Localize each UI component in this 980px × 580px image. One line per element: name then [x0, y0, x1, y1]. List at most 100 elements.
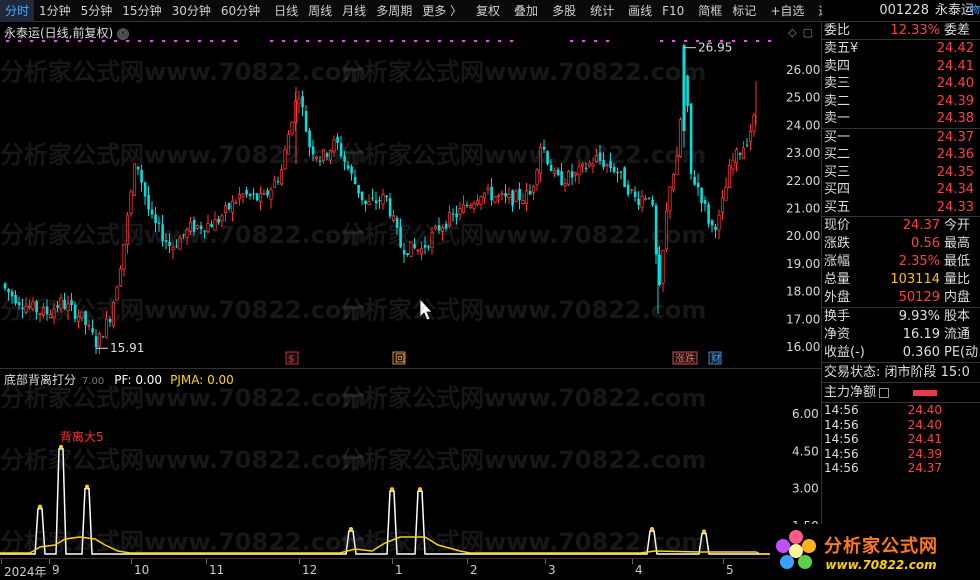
mouse-cursor-icon — [419, 297, 433, 321]
toolbar-item-19[interactable]: +自选 — [765, 0, 809, 22]
candle-body — [140, 169, 143, 183]
buy-level-row[interactable]: 买三 24.35 — [822, 164, 980, 182]
candle-body — [304, 111, 308, 132]
high-marker: 26.95 — [684, 41, 732, 55]
candle-body — [276, 181, 280, 183]
event-marker[interactable]: $ — [285, 351, 299, 365]
sell-level-row[interactable]: 卖五¥ 24.42 — [822, 40, 980, 58]
order-book: 卖五¥ 24.42 卖四 24.41 卖三 24.40 卖二 24.39 卖一 24.38 买一 2… — [822, 40, 980, 217]
candle-body — [549, 164, 553, 172]
toolbar-item-8[interactable]: 月线 — [337, 0, 371, 22]
signal-dot — [54, 40, 57, 42]
toolbar-item-15[interactable]: 画线 — [623, 0, 657, 22]
table-icon[interactable] — [879, 387, 890, 398]
candle-body — [745, 144, 749, 146]
toolbar-item-16[interactable]: F10 — [657, 0, 689, 22]
sell-level-row[interactable]: 卖三 24.40 — [822, 75, 980, 93]
candle-body — [97, 333, 102, 347]
candle-body — [668, 186, 672, 212]
indicator-plot[interactable]: 6.004.503.001.50背离大5 — [0, 369, 822, 559]
indicator-chart[interactable]: 6.004.503.001.50背离大5 底部背离打分7.00PF: 0.00P… — [0, 368, 822, 558]
weicha-label: 委差 — [944, 23, 971, 38]
candle-body — [118, 268, 123, 287]
signal-dot — [390, 40, 393, 42]
sell-level-name: 卖三 — [824, 76, 851, 91]
toolbar-item-14[interactable]: 统计 — [585, 0, 619, 22]
candle-body — [234, 201, 238, 204]
candlestick-chart[interactable]: 永泰运(日线,前复权) ⓥ ◇ ▢ 26.00 25.00 24.00 23.00 22.… — [0, 22, 822, 367]
toolbar-item-0[interactable]: 分时 — [0, 0, 35, 22]
candle-body — [108, 319, 112, 323]
event-marker[interactable]: 涨跌 — [672, 351, 698, 365]
quote-row: 总量 103114 量比 — [822, 271, 980, 289]
toolbar-item-1[interactable]: 1分钟 — [34, 0, 76, 22]
price-axis-label: 21.00 — [786, 202, 820, 216]
candle-body — [343, 155, 346, 162]
candle-body — [7, 289, 10, 293]
signal-dot — [294, 40, 297, 42]
candle-body — [461, 204, 466, 213]
candle-body — [346, 165, 350, 169]
candle-body — [727, 164, 732, 188]
industry-tag[interactable]: 物 — [970, 0, 980, 22]
quote-value: 24.37 — [902, 218, 940, 233]
candle-body — [682, 45, 686, 131]
candle-body — [3, 283, 7, 289]
sell-level-row[interactable]: 卖四 24.41 — [822, 58, 980, 76]
candle-body — [31, 301, 35, 310]
candle-body — [570, 171, 574, 178]
date-axis-label: 9 — [52, 563, 60, 577]
toolbar-item-12[interactable]: 叠加 — [509, 0, 543, 22]
candle-body — [45, 306, 49, 315]
candle-body — [301, 96, 304, 108]
stat-row: 净资 16.19 流通 — [822, 326, 980, 344]
candle-body — [59, 297, 63, 309]
toolbar-item-9[interactable]: 多周期 — [371, 0, 417, 22]
buy-level-label: 买三 — [824, 164, 851, 180]
buy-level-price: 24.34 — [936, 182, 974, 197]
buy-level-row[interactable]: 买二 24.36 — [822, 146, 980, 164]
toolbar-item-2[interactable]: 5分钟 — [76, 0, 118, 22]
toolbar-item-18[interactable]: 标记 — [727, 0, 761, 22]
candle-body — [269, 189, 273, 200]
signal-dot — [594, 40, 597, 42]
candle-body — [350, 166, 353, 174]
candle-body — [447, 212, 452, 227]
share-stats: 换手 9.93% 股本 净资 16.19 流通 收益(-) 0.360 PE(动 — [822, 308, 980, 363]
candle-body — [752, 114, 756, 132]
candle-body — [664, 210, 669, 250]
candle-body — [10, 291, 14, 297]
toolbar-item-17[interactable]: 简框 — [693, 0, 727, 22]
buy-level-row[interactable]: 买五 24.33 — [822, 199, 980, 217]
candle-body — [395, 217, 399, 228]
candlestick-plot[interactable]: 26.00 25.00 24.00 23.00 22.00 21.00 20.00 19.00… — [0, 22, 822, 367]
buy-level-row[interactable]: 买四 24.34 — [822, 181, 980, 199]
event-marker[interactable]: 财 — [708, 351, 722, 365]
buy-level-row[interactable]: 买一 24.37 — [822, 129, 980, 147]
sell-level-row[interactable]: 卖一 24.38 — [822, 110, 980, 128]
toolbar-item-5[interactable]: 60分钟 — [216, 0, 265, 22]
candle-body — [367, 201, 371, 206]
candle-body — [731, 159, 735, 170]
sell-level-price: 24.38 — [936, 111, 974, 126]
candle-body — [678, 119, 683, 157]
toolbar-item-11[interactable]: 复权 — [471, 0, 505, 22]
toolbar-item-13[interactable]: 多股 — [547, 0, 581, 22]
event-marker[interactable]: 回 — [392, 351, 406, 365]
candle-body — [594, 155, 599, 163]
candle-body — [507, 193, 511, 198]
candle-body — [693, 176, 696, 185]
toolbar-item-7[interactable]: 周线 — [303, 0, 337, 22]
signal-dot — [474, 40, 477, 42]
quote-value: 50129 — [898, 290, 940, 305]
toolbar-item-10[interactable]: 更多 〉 — [417, 0, 467, 22]
toolbar-item-3[interactable]: 15分钟 — [117, 0, 166, 22]
candle-body — [286, 134, 291, 155]
candle-body — [175, 245, 178, 247]
toolbar-item-4[interactable]: 30分钟 — [167, 0, 216, 22]
buy-level-label: 买二 — [824, 147, 851, 162]
sell-level-row[interactable]: 卖二 24.39 — [822, 93, 980, 111]
date-axis-tick — [392, 559, 393, 564]
toolbar-item-6[interactable]: 日线 — [269, 0, 303, 22]
candle-body — [493, 196, 497, 203]
